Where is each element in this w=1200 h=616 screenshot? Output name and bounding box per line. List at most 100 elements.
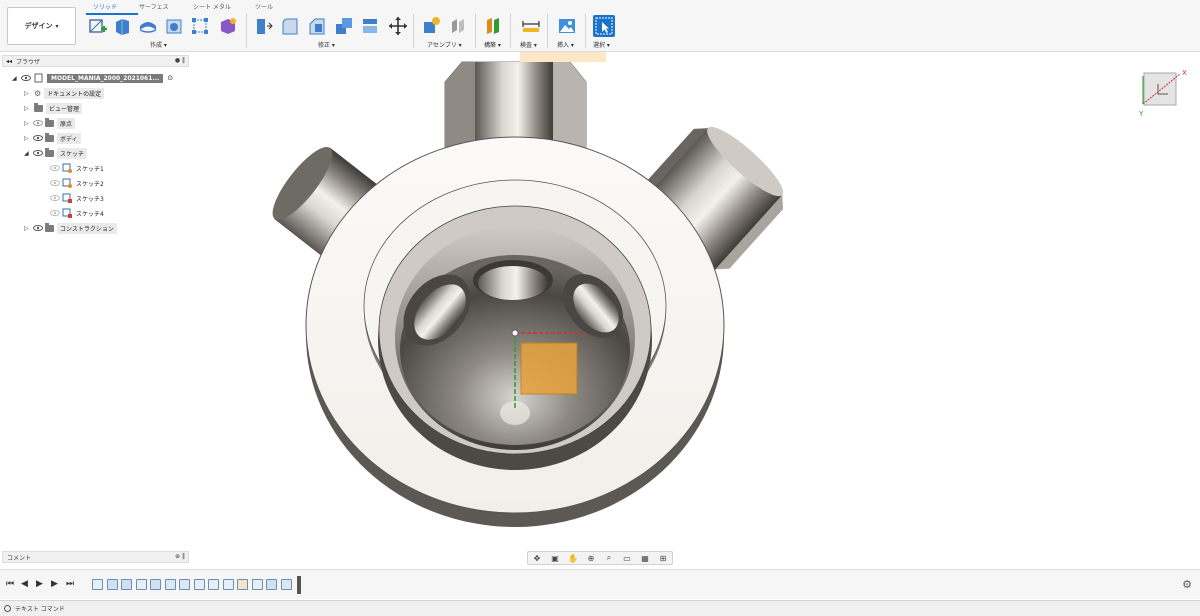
group-divider (246, 14, 247, 48)
workspace-switcher-button[interactable]: デザイン ▾ (7, 7, 76, 45)
timeline-feature-extrude[interactable] (106, 579, 118, 590)
new-component-button[interactable] (420, 15, 442, 37)
view-cube[interactable]: X Y (1138, 69, 1187, 118)
fusion-app: デザイン ▾ ソリッド サーフェス シート メタル ツール 作成 ▾ 修正 ▾ … (0, 0, 1200, 616)
group-modify-label[interactable]: 修正 ▾ (318, 40, 335, 49)
collapsed-triangle-icon[interactable]: ▷ (24, 225, 31, 232)
zoom-icon[interactable]: ⊕ (585, 553, 597, 563)
timeline-feature-pattern[interactable] (193, 579, 205, 590)
combine-icon (363, 19, 377, 33)
pan-hand-icon[interactable]: ✋ (567, 553, 579, 563)
grid-icon[interactable]: ▦ (639, 553, 651, 563)
viewports-icon[interactable]: ⊞ (657, 553, 669, 563)
timeline-feature-shell[interactable] (164, 579, 176, 590)
go-to-start-icon[interactable]: ⏮ (6, 579, 14, 589)
chamfer-button[interactable] (306, 15, 328, 37)
collapsed-triangle-icon[interactable]: ▷ (24, 105, 31, 112)
tree-root[interactable]: ◢ MODEL_MANIA_2000_2021061... ⊙ (12, 72, 173, 84)
group-create-label[interactable]: 作成 ▾ (150, 40, 167, 49)
tree-item-label: ビュー管理 (46, 102, 83, 114)
gear-icon[interactable]: ⚙ (1182, 578, 1192, 591)
joint-button[interactable] (447, 15, 469, 37)
insert-canvas-button[interactable] (556, 15, 578, 37)
tab-solid[interactable]: ソリッド (93, 2, 117, 11)
extrude-button[interactable] (111, 15, 133, 37)
create-sketch-button[interactable] (86, 15, 108, 37)
comment-add-icon[interactable]: ⊕ ‖ (175, 553, 185, 560)
eye-icon[interactable] (21, 75, 31, 81)
text-command-bar[interactable]: テキスト コマンド (0, 600, 1200, 616)
play-icon[interactable]: ▶ (36, 579, 43, 589)
tree-item-origin[interactable]: ▷ 原点 (24, 117, 76, 129)
fillet-button[interactable] (279, 15, 301, 37)
activate-radio-icon[interactable]: ⊙ (167, 74, 173, 82)
group-select-label[interactable]: 選択 ▾ (593, 40, 610, 49)
group-inspect-label[interactable]: 検査 ▾ (520, 40, 537, 49)
step-forward-icon[interactable]: ▶ (51, 579, 58, 589)
3d-viewport[interactable]: X Y (190, 53, 1200, 565)
collapsed-triangle-icon[interactable]: ▷ (24, 135, 31, 142)
timeline: ⏮ ◀ ▶ ▶ ⏭ ⚙ (0, 569, 1200, 599)
eye-icon[interactable] (50, 165, 60, 171)
timeline-marker[interactable] (297, 576, 301, 594)
collapsed-triangle-icon[interactable]: ▷ (24, 90, 31, 97)
go-to-end-icon[interactable]: ⏭ (66, 579, 74, 589)
tab-tools[interactable]: ツール (255, 2, 273, 11)
group-assemble-label[interactable]: アセンブリ ▾ (427, 40, 462, 49)
timeline-feature-sketch[interactable] (208, 579, 219, 590)
timeline-feature-revolve[interactable] (121, 579, 132, 590)
expanded-triangle-icon[interactable]: ◢ (12, 75, 19, 82)
x-axis-label: X (1182, 69, 1187, 77)
eye-icon[interactable] (50, 180, 60, 186)
revolve-button[interactable] (137, 15, 159, 37)
tree-item-named-views[interactable]: ▷ ビュー管理 (24, 102, 83, 114)
timeline-feature-shell[interactable] (179, 579, 190, 590)
step-back-icon[interactable]: ◀ (21, 579, 28, 589)
eye-icon[interactable] (33, 225, 43, 231)
offset-plane-button[interactable] (482, 15, 504, 37)
tree-item-sketch[interactable]: スケッチ2 (48, 177, 104, 189)
move-button[interactable] (387, 15, 409, 37)
timeline-feature-sketch[interactable] (135, 579, 147, 590)
tree-item-construction[interactable]: ▷ コンストラクション (24, 222, 117, 234)
tree-item-sketches[interactable]: ◢ スケッチ (24, 147, 88, 159)
display-settings-icon[interactable]: ▭ (621, 553, 633, 563)
tab-sheet-metal[interactable]: シート メタル (193, 2, 231, 11)
group-construct-label[interactable]: 構築 ▾ (484, 40, 501, 49)
timeline-feature-extrude[interactable] (266, 579, 277, 590)
expanded-triangle-icon[interactable]: ◢ (24, 150, 31, 157)
tree-item-sketch[interactable]: スケッチ4 (48, 207, 104, 219)
hole-button[interactable] (163, 15, 185, 37)
rectangular-pattern-button[interactable] (189, 15, 211, 37)
timeline-feature-shell[interactable] (280, 579, 292, 590)
tree-item-label: スケッチ2 (76, 180, 104, 188)
timeline-feature-sketch[interactable] (251, 579, 263, 590)
fit-icon[interactable]: ⌕ (603, 553, 615, 563)
eye-icon[interactable] (50, 210, 60, 216)
shell-button[interactable] (333, 15, 355, 37)
tree-item-document-settings[interactable]: ▷ ⚙ ドキュメントの設定 (24, 87, 105, 99)
press-pull-button[interactable] (252, 15, 274, 37)
select-button[interactable] (593, 15, 615, 37)
combine-button[interactable] (359, 15, 381, 37)
tree-item-sketch[interactable]: スケッチ3 (48, 192, 104, 204)
timeline-feature-sketch[interactable] (92, 579, 103, 590)
eye-icon[interactable] (33, 150, 43, 156)
timeline-feature-combine[interactable] (237, 579, 248, 590)
group-insert-label[interactable]: 挿入 ▾ (557, 40, 574, 49)
timeline-feature-sketch[interactable] (222, 579, 234, 590)
collapse-icon[interactable]: ◂◂ (6, 58, 12, 65)
eye-icon[interactable] (33, 120, 43, 126)
measure-button[interactable] (520, 15, 542, 37)
create-form-button[interactable] (217, 15, 239, 37)
timeline-feature-extrude[interactable] (150, 579, 161, 590)
collapsed-triangle-icon[interactable]: ▷ (24, 120, 31, 127)
browser-pin-icon[interactable]: ● ‖ (175, 57, 185, 64)
tree-item-bodies[interactable]: ▷ ボディ (24, 132, 81, 144)
orbit-icon[interactable]: ✥ (531, 553, 543, 563)
eye-icon[interactable] (50, 195, 60, 201)
tree-item-sketch[interactable]: スケッチ1 (48, 162, 104, 174)
eye-icon[interactable] (33, 135, 43, 141)
look-at-icon[interactable]: ▣ (549, 553, 561, 563)
tab-surface[interactable]: サーフェス (139, 2, 169, 11)
